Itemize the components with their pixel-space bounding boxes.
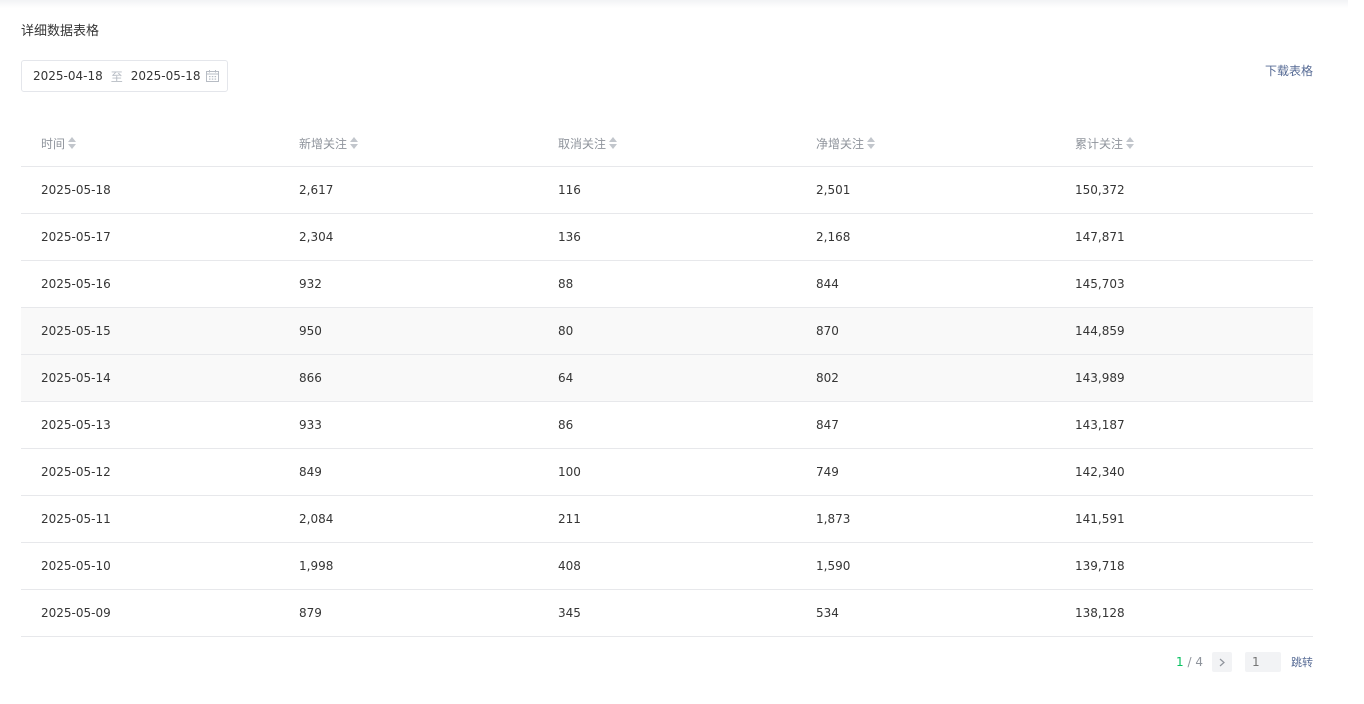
column-header-label: 净增关注 (816, 136, 865, 151)
jump-button[interactable]: 跳转 (1291, 654, 1313, 670)
cell-unfollows: 116 (538, 166, 796, 214)
cell-time: 2025-05-17 (21, 213, 279, 261)
cell-total-follows: 143,187 (1055, 401, 1313, 449)
cell-net-follows: 1,873 (796, 495, 1055, 543)
cell-unfollows: 345 (538, 589, 796, 637)
cell-total-follows: 145,703 (1055, 260, 1313, 308)
cell-total-follows: 138,128 (1055, 589, 1313, 637)
column-header-net-follows[interactable]: 净增关注 (796, 120, 1055, 167)
cell-total-follows: 139,718 (1055, 542, 1313, 590)
column-header-label: 累计关注 (1075, 136, 1124, 151)
cell-new-follows: 932 (279, 260, 538, 308)
data-table: 时间 新增关注 取消关注 净增关注 累计关注 2025-05-18 2,617 … (21, 120, 1313, 637)
cell-unfollows: 100 (538, 448, 796, 496)
table-row: 2025-05-10 1,998 408 1,590 139,718 (21, 542, 1313, 590)
page-indicator: 1 / 4 (1176, 655, 1203, 669)
cell-new-follows: 2,304 (279, 213, 538, 261)
cell-new-follows: 2,617 (279, 166, 538, 214)
next-page-button[interactable] (1212, 652, 1232, 672)
cell-unfollows: 408 (538, 542, 796, 590)
table-header-row: 时间 新增关注 取消关注 净增关注 累计关注 (21, 120, 1313, 167)
cell-unfollows: 86 (538, 401, 796, 449)
cell-new-follows: 866 (279, 354, 538, 402)
cell-total-follows: 150,372 (1055, 166, 1313, 214)
cell-new-follows: 950 (279, 307, 538, 355)
cell-time: 2025-05-14 (21, 354, 279, 402)
cell-net-follows: 1,590 (796, 542, 1055, 590)
column-header-label: 新增关注 (299, 136, 348, 151)
cell-new-follows: 2,084 (279, 495, 538, 543)
date-range-picker[interactable]: 2025-04-18 至 2025-05-18 (21, 60, 228, 92)
detail-table-panel: 详细数据表格 2025-04-18 至 2025-05-18 下载表格 时间 新… (21, 22, 1313, 672)
cell-total-follows: 143,989 (1055, 354, 1313, 402)
sort-icon[interactable] (609, 137, 618, 149)
date-start: 2025-04-18 (33, 69, 103, 83)
total-pages: 4 (1195, 655, 1203, 669)
download-table-link[interactable]: 下载表格 (1265, 62, 1313, 79)
cell-net-follows: 870 (796, 307, 1055, 355)
cell-time: 2025-05-18 (21, 166, 279, 214)
cell-new-follows: 933 (279, 401, 538, 449)
cell-net-follows: 749 (796, 448, 1055, 496)
calendar-icon (206, 70, 219, 82)
cell-total-follows: 142,340 (1055, 448, 1313, 496)
cell-new-follows: 1,998 (279, 542, 538, 590)
cell-new-follows: 879 (279, 589, 538, 637)
column-header-unfollows[interactable]: 取消关注 (538, 120, 796, 167)
table-row: 2025-05-18 2,617 116 2,501 150,372 (21, 166, 1313, 214)
column-header-label: 取消关注 (558, 136, 607, 151)
column-header-total-follows[interactable]: 累计关注 (1055, 120, 1313, 167)
cell-unfollows: 88 (538, 260, 796, 308)
table-row: 2025-05-13 933 86 847 143,187 (21, 401, 1313, 449)
sort-icon[interactable] (350, 137, 359, 149)
table-row: 2025-05-17 2,304 136 2,168 147,871 (21, 213, 1313, 261)
cell-net-follows: 2,501 (796, 166, 1055, 214)
cell-time: 2025-05-12 (21, 448, 279, 496)
cell-unfollows: 136 (538, 213, 796, 261)
date-separator: 至 (110, 69, 123, 84)
column-header-new-follows[interactable]: 新增关注 (279, 120, 538, 167)
table-row: 2025-05-12 849 100 749 142,340 (21, 448, 1313, 496)
cell-time: 2025-05-09 (21, 589, 279, 637)
sort-icon[interactable] (1126, 137, 1135, 149)
cell-net-follows: 2,168 (796, 213, 1055, 261)
cell-net-follows: 802 (796, 354, 1055, 402)
sort-icon[interactable] (68, 137, 77, 149)
cell-unfollows: 211 (538, 495, 796, 543)
cell-time: 2025-05-15 (21, 307, 279, 355)
cell-time: 2025-05-13 (21, 401, 279, 449)
pagination: 1 / 4 跳转 (1176, 652, 1313, 672)
cell-time: 2025-05-16 (21, 260, 279, 308)
table-row: 2025-05-14 866 64 802 143,989 (21, 354, 1313, 402)
table-row: 2025-05-09 879 345 534 138,128 (21, 589, 1313, 637)
column-header-time[interactable]: 时间 (21, 120, 279, 167)
page-jump-input[interactable] (1245, 652, 1281, 672)
table-row: 2025-05-15 950 80 870 144,859 (21, 307, 1313, 355)
current-page: 1 (1176, 655, 1184, 669)
cell-net-follows: 534 (796, 589, 1055, 637)
cell-unfollows: 64 (538, 354, 796, 402)
cell-total-follows: 144,859 (1055, 307, 1313, 355)
cell-total-follows: 147,871 (1055, 213, 1313, 261)
cell-net-follows: 847 (796, 401, 1055, 449)
cell-net-follows: 844 (796, 260, 1055, 308)
sort-icon[interactable] (867, 137, 876, 149)
top-shadow (0, 0, 1348, 8)
cell-new-follows: 849 (279, 448, 538, 496)
cell-time: 2025-05-10 (21, 542, 279, 590)
cell-unfollows: 80 (538, 307, 796, 355)
table-row: 2025-05-11 2,084 211 1,873 141,591 (21, 495, 1313, 543)
cell-total-follows: 141,591 (1055, 495, 1313, 543)
column-header-label: 时间 (41, 136, 66, 151)
toolbar: 2025-04-18 至 2025-05-18 下载表格 (21, 60, 1313, 94)
chevron-right-icon (1219, 658, 1225, 666)
date-end: 2025-05-18 (130, 69, 201, 83)
section-title: 详细数据表格 (21, 24, 100, 39)
table-row: 2025-05-16 932 88 844 145,703 (21, 260, 1313, 308)
cell-time: 2025-05-11 (21, 495, 279, 543)
